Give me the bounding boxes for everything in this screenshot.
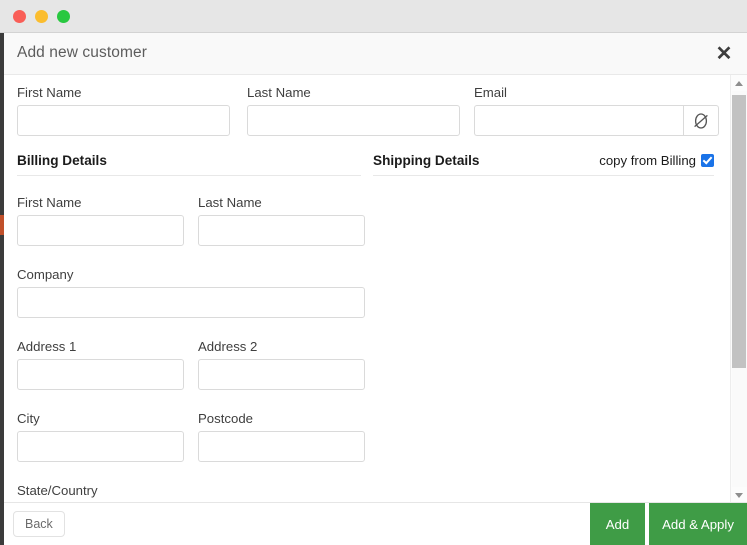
field-label-billing-last-name: Last Name [198, 195, 262, 210]
field-first-name: First Name [17, 85, 230, 136]
field-billing-city: City [17, 411, 184, 462]
field-label-billing-address-2: Address 2 [198, 339, 258, 354]
app-window: Add new customer ✕ First Name Last Name … [0, 0, 747, 545]
scroll-up-arrow-icon[interactable] [731, 75, 747, 91]
billing-company-input[interactable] [17, 287, 365, 318]
field-billing-postcode: Postcode [198, 411, 365, 462]
billing-address-1-input[interactable] [17, 359, 184, 390]
copy-from-billing-checkbox[interactable] [701, 154, 714, 167]
window-titlebar [0, 0, 747, 33]
field-billing-last-name: Last Name [198, 195, 365, 246]
modal-body: First Name Last Name Email Billing Detai… [4, 75, 747, 503]
shipping-details-header-row: Shipping Details copy from Billing [373, 153, 714, 176]
billing-first-name-input[interactable] [17, 215, 184, 246]
scroll-down-arrow-icon[interactable] [731, 487, 747, 503]
field-label-billing-city: City [17, 411, 40, 426]
field-last-name: Last Name [247, 85, 460, 136]
scrollbar-thumb[interactable] [732, 95, 746, 368]
field-billing-company: Company [17, 267, 365, 318]
last-name-input[interactable] [247, 105, 460, 136]
copy-from-billing-control[interactable]: copy from Billing [599, 153, 714, 168]
billing-address-2-input[interactable] [198, 359, 365, 390]
field-label-first-name: First Name [17, 85, 82, 100]
add-customer-modal: Add new customer ✕ First Name Last Name … [4, 33, 747, 545]
field-email: Email [474, 85, 719, 136]
field-billing-address-2: Address 2 [198, 339, 365, 390]
field-label-last-name: Last Name [247, 85, 311, 100]
add-button[interactable]: Add [590, 503, 645, 545]
field-label-email: Email [474, 85, 507, 100]
email-input-group [474, 105, 719, 136]
copy-from-billing-label: copy from Billing [599, 153, 696, 168]
first-name-input[interactable] [17, 105, 230, 136]
customer-form: First Name Last Name Email Billing Detai… [4, 75, 726, 503]
field-label-billing-postcode: Postcode [198, 411, 253, 426]
field-billing-address-1: Address 1 [17, 339, 184, 390]
field-label-billing-first-name: First Name [17, 195, 82, 210]
window-close-button[interactable] [13, 10, 26, 23]
modal-footer: Back Add Add & Apply [4, 502, 747, 545]
no-email-icon[interactable] [683, 105, 719, 136]
modal-header: Add new customer ✕ [4, 33, 747, 75]
field-billing-state-country: State/Country [17, 483, 365, 503]
shipping-details-heading: Shipping Details [373, 153, 480, 168]
field-label-billing-company: Company [17, 267, 74, 282]
field-label-billing-state-country: State/Country [17, 483, 98, 498]
billing-last-name-input[interactable] [198, 215, 365, 246]
close-icon[interactable]: ✕ [711, 41, 737, 67]
field-label-billing-address-1: Address 1 [17, 339, 77, 354]
field-billing-first-name: First Name [17, 195, 184, 246]
window-maximize-button[interactable] [57, 10, 70, 23]
billing-postcode-input[interactable] [198, 431, 365, 462]
back-button[interactable]: Back [13, 511, 65, 537]
billing-details-heading: Billing Details [17, 153, 361, 176]
modal-title: Add new customer [17, 44, 147, 61]
modal-scrollbar[interactable] [730, 75, 747, 503]
add-and-apply-button[interactable]: Add & Apply [649, 503, 747, 545]
billing-city-input[interactable] [17, 431, 184, 462]
email-input[interactable] [474, 105, 683, 136]
window-minimize-button[interactable] [35, 10, 48, 23]
